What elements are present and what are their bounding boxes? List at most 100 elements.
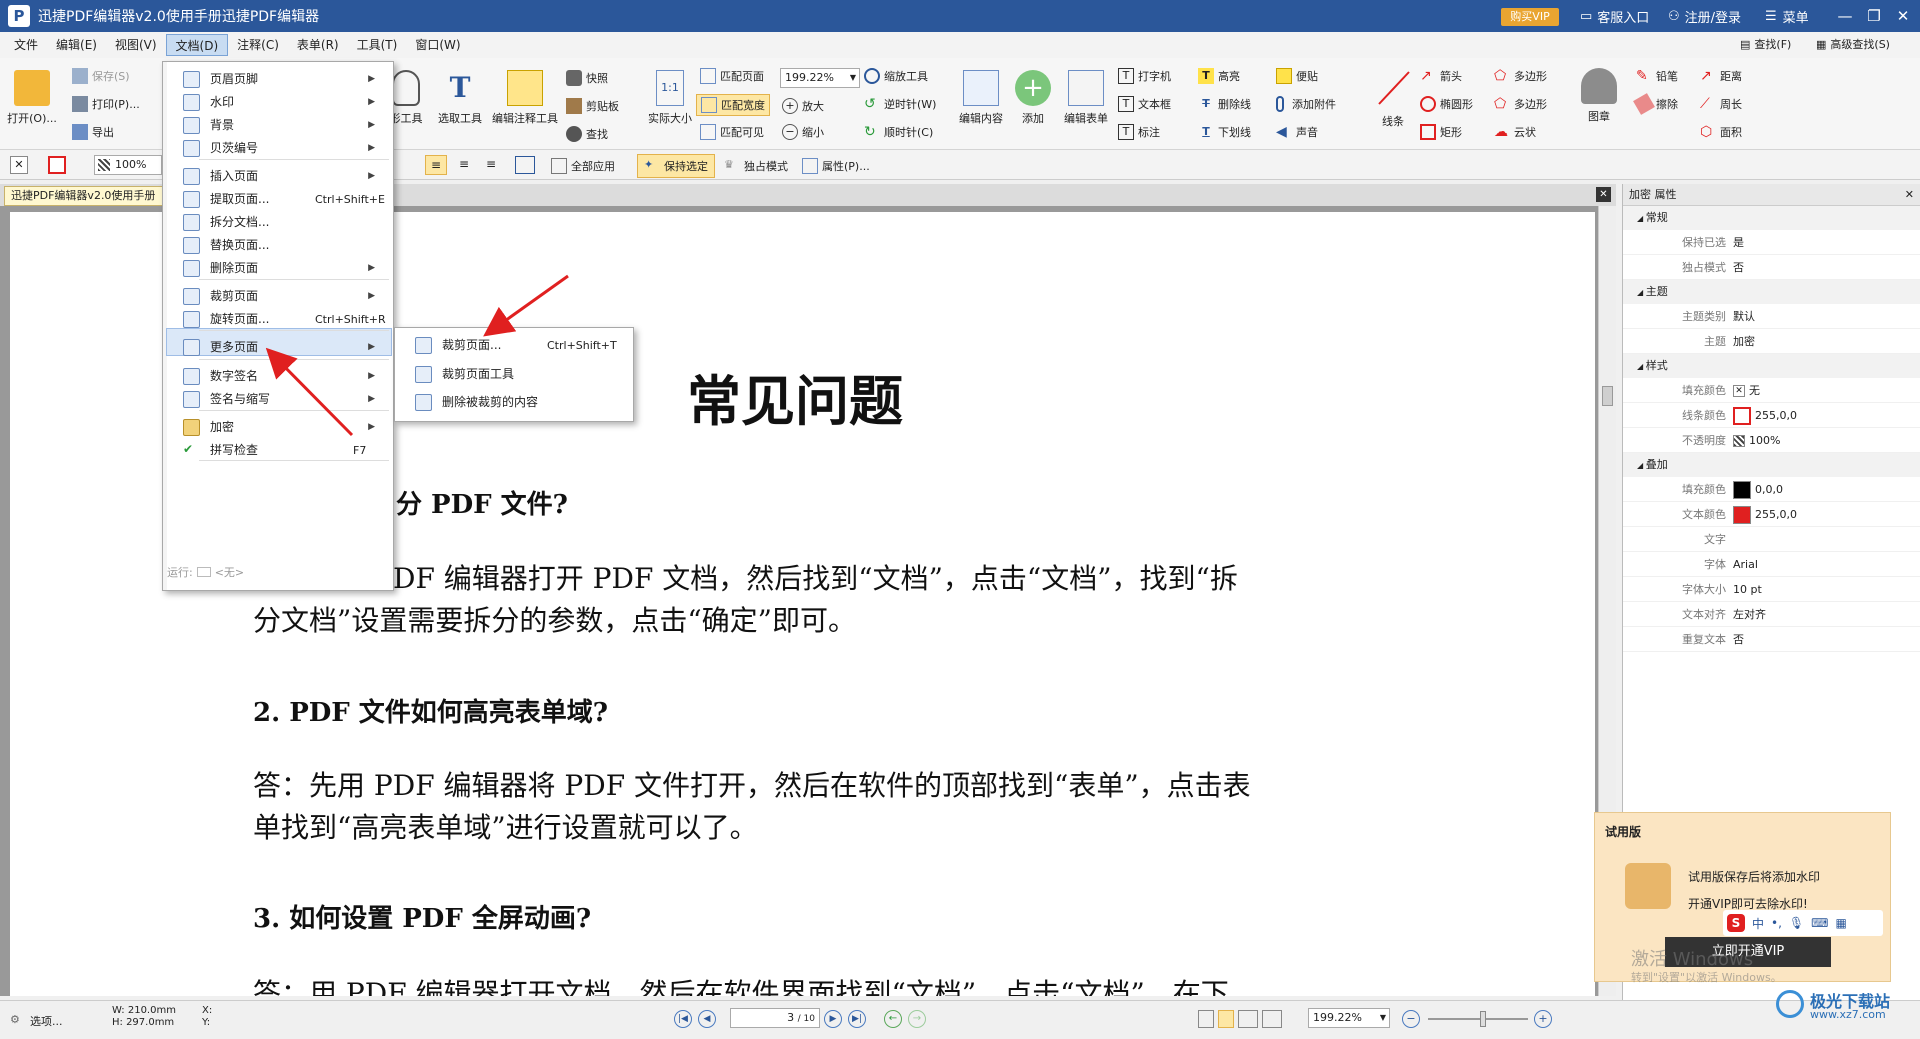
sticky-note-button[interactable]: 便贴 xyxy=(1276,68,1318,84)
callout-button[interactable]: T 标注 xyxy=(1118,124,1160,140)
advanced-find-button[interactable]: ▦ 高级查找(S) xyxy=(1816,36,1890,52)
strikethrough-button[interactable]: T 删除线 xyxy=(1198,96,1251,112)
eraser-button[interactable]: 擦除 xyxy=(1633,93,1678,115)
edit-annotation-tool-button[interactable]: 编辑注释工具 xyxy=(488,70,562,126)
restore-button[interactable]: ❐ xyxy=(1864,6,1884,26)
rotate-cw-button[interactable]: ↻ 顺时针(C) xyxy=(864,124,933,140)
apply-all-button[interactable]: 全部应用 xyxy=(551,158,615,174)
zoom-in-button[interactable]: + 放大 xyxy=(782,98,824,114)
collapse-icon[interactable]: ◢ xyxy=(1637,362,1646,371)
zoom-out-status-icon[interactable]: − xyxy=(1402,1010,1420,1028)
next-page-icon[interactable]: ▶ xyxy=(824,1010,842,1028)
save-button[interactable]: 保存(S) xyxy=(72,68,130,84)
color-swatch[interactable] xyxy=(1733,480,1751,499)
actual-size-button[interactable]: 1:1 实际大小 xyxy=(644,70,696,126)
panel-section-0[interactable]: ◢ 常规 xyxy=(1623,206,1920,230)
doc-menu-item-11[interactable]: 更多页面 ▶ xyxy=(165,334,391,361)
rectangle-button[interactable]: 矩形 xyxy=(1420,124,1462,140)
property-row[interactable]: 文字 xyxy=(1623,527,1920,552)
textbox-button[interactable]: T 文本框 xyxy=(1118,96,1171,112)
collapse-icon[interactable]: ◢ xyxy=(1637,461,1646,470)
property-row[interactable]: 填充颜色 ✕ 无 xyxy=(1623,378,1920,403)
polygon-button[interactable]: ⬠ 多边形 xyxy=(1494,68,1547,84)
menu-document[interactable]: 文档(D) xyxy=(165,34,229,56)
property-row[interactable]: 字体大小 10 pt xyxy=(1623,577,1920,602)
menu-edit[interactable]: 编辑(E) xyxy=(47,34,106,56)
property-row[interactable]: 主题 加密 xyxy=(1623,329,1920,354)
menu-comment[interactable]: 注释(C) xyxy=(228,34,288,56)
color-swatch[interactable]: ✕ xyxy=(1733,384,1745,397)
keep-selected-button[interactable]: ✦ 保持选定 xyxy=(637,154,715,178)
polyline-button[interactable]: ⬠ 多边形 xyxy=(1494,96,1547,112)
edit-form-button[interactable]: 编辑表单 xyxy=(1060,70,1112,126)
color-swatch[interactable] xyxy=(1733,406,1751,425)
clipboard-button[interactable]: 剪贴板 xyxy=(566,98,619,114)
forward-icon[interactable]: → xyxy=(908,1010,926,1028)
prev-page-icon[interactable]: ◀ xyxy=(698,1010,716,1028)
color-swatch[interactable] xyxy=(1733,505,1751,524)
area-button[interactable]: ⬡ 面积 xyxy=(1700,124,1742,140)
doc-menu-item-10[interactable]: 旋转页面... Ctrl+Shift+R xyxy=(165,306,391,333)
scroll-thumb[interactable] xyxy=(1602,386,1613,406)
properties-button[interactable]: 属性(P)... xyxy=(802,158,870,174)
page-number-input[interactable]: 3 / 10 xyxy=(730,1008,820,1028)
property-row[interactable]: 不透明度 100% xyxy=(1623,428,1920,453)
perimeter-button[interactable]: ⟋ 周长 xyxy=(1700,96,1742,112)
add-button[interactable]: + 添加 xyxy=(1010,70,1056,126)
menu-form[interactable]: 表单(R) xyxy=(288,34,348,56)
buy-vip-button[interactable]: 购买VIP xyxy=(1501,8,1559,26)
back-icon[interactable]: ← xyxy=(884,1010,902,1028)
align-right-button[interactable]: ≡ xyxy=(480,155,502,175)
document-tab[interactable]: 迅捷PDF编辑器v2.0使用手册 xyxy=(4,186,164,206)
fit-visible-button[interactable]: 匹配可见 xyxy=(700,124,764,140)
minimize-button[interactable]: — xyxy=(1835,6,1855,26)
collapse-icon[interactable]: ◢ xyxy=(1637,214,1646,223)
zoom-tool-button[interactable]: 缩放工具 xyxy=(864,68,928,84)
property-row[interactable]: 字体 Arial xyxy=(1623,552,1920,577)
login-button[interactable]: ⚇ 注册/登录 xyxy=(1668,0,1741,32)
rotate-text-icon[interactable] xyxy=(515,156,535,174)
doc-menu-item-8[interactable]: 删除页面 ▶ xyxy=(165,255,391,282)
last-page-icon[interactable]: ▶| xyxy=(848,1010,866,1028)
edit-content-button[interactable]: 编辑内容 xyxy=(955,70,1007,126)
property-row[interactable]: 填充颜色 0,0,0 xyxy=(1623,477,1920,502)
panel-section-2[interactable]: ◢ 样式 xyxy=(1623,354,1920,378)
menu-button[interactable]: ☰ 菜单 xyxy=(1765,0,1809,32)
close-button[interactable]: ✕ xyxy=(1893,6,1913,26)
find-tool-button[interactable]: 查找 xyxy=(566,126,608,142)
distance-button[interactable]: ↗ 距离 xyxy=(1700,68,1742,84)
rotate-ccw-button[interactable]: ↺ 逆时针(W) xyxy=(864,96,936,112)
single-page-icon[interactable] xyxy=(1198,1010,1214,1028)
color-swatch[interactable] xyxy=(1733,434,1745,447)
fit-width-button[interactable]: 匹配宽度 xyxy=(696,94,770,116)
fit-page-button[interactable]: 匹配页面 xyxy=(700,68,764,84)
line-color-swatch[interactable] xyxy=(48,156,66,174)
property-row[interactable]: 保持已选是 xyxy=(1623,230,1920,255)
property-row[interactable]: 线条颜色 255,0,0 xyxy=(1623,403,1920,428)
zoom-slider-thumb[interactable] xyxy=(1480,1011,1486,1027)
options-button[interactable]: ⚙ 选项... xyxy=(10,1013,63,1029)
property-row[interactable]: 独占模式否 xyxy=(1623,255,1920,280)
underline-button[interactable]: T 下划线 xyxy=(1198,124,1251,140)
continuous-page-icon[interactable] xyxy=(1218,1010,1234,1028)
zoom-out-button[interactable]: − 缩小 xyxy=(782,124,824,140)
property-row[interactable]: 文本颜色 255,0,0 xyxy=(1623,502,1920,527)
crop-submenu-item-0[interactable]: 裁剪页面... Ctrl+Shift+T xyxy=(397,332,631,359)
menu-window[interactable]: 窗口(W) xyxy=(406,34,469,56)
crop-submenu-item-2[interactable]: 删除被裁剪的内容 xyxy=(397,389,631,416)
pencil-button[interactable]: ✎ 铅笔 xyxy=(1636,68,1678,84)
menu-tools[interactable]: 工具(T) xyxy=(348,34,407,56)
ellipse-button[interactable]: 椭圆形 xyxy=(1420,96,1473,112)
attach-file-button[interactable]: 添加附件 xyxy=(1276,96,1336,112)
cloud-button[interactable]: ☁ 云状 xyxy=(1494,124,1536,140)
continuous-facing-icon[interactable] xyxy=(1262,1010,1282,1028)
export-button[interactable]: 导出 xyxy=(72,124,114,140)
typewriter-button[interactable]: T 打字机 xyxy=(1118,68,1171,84)
doc-menu-item-13[interactable]: 签名与缩写 ▶ xyxy=(165,386,391,413)
facing-page-icon[interactable] xyxy=(1238,1010,1258,1028)
property-row[interactable]: 文本对齐 左对齐 xyxy=(1623,602,1920,627)
opacity-select[interactable]: 100% xyxy=(94,155,162,175)
line-button[interactable]: 线条 xyxy=(1370,70,1416,129)
zoom-input[interactable]: 199.22% ▼ xyxy=(780,68,860,88)
print-button[interactable]: 打印(P)... xyxy=(72,96,140,112)
